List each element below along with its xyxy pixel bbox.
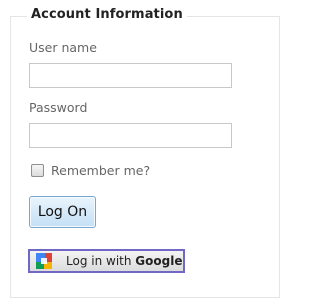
password-input[interactable] <box>29 123 232 148</box>
log-on-button[interactable]: Log On <box>29 196 96 228</box>
username-input[interactable] <box>29 63 232 88</box>
username-label: User name <box>29 40 97 55</box>
remember-me-label[interactable]: Remember me? <box>51 163 150 178</box>
account-legend: Account Information <box>27 7 187 22</box>
google-login-prefix: Log in with <box>66 254 136 268</box>
google-login-label: Log in with Google <box>66 254 182 268</box>
remember-me-checkbox[interactable] <box>31 164 44 177</box>
google-login-button[interactable]: Log in with Google <box>28 249 185 273</box>
google-icon <box>36 253 52 269</box>
password-label: Password <box>29 100 88 115</box>
google-brand-text: Google <box>135 254 183 268</box>
